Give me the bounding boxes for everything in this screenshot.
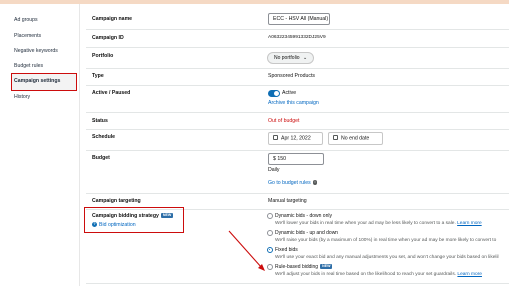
annotation-arrow [228,230,265,271]
annotation-arrow-line [228,230,263,269]
